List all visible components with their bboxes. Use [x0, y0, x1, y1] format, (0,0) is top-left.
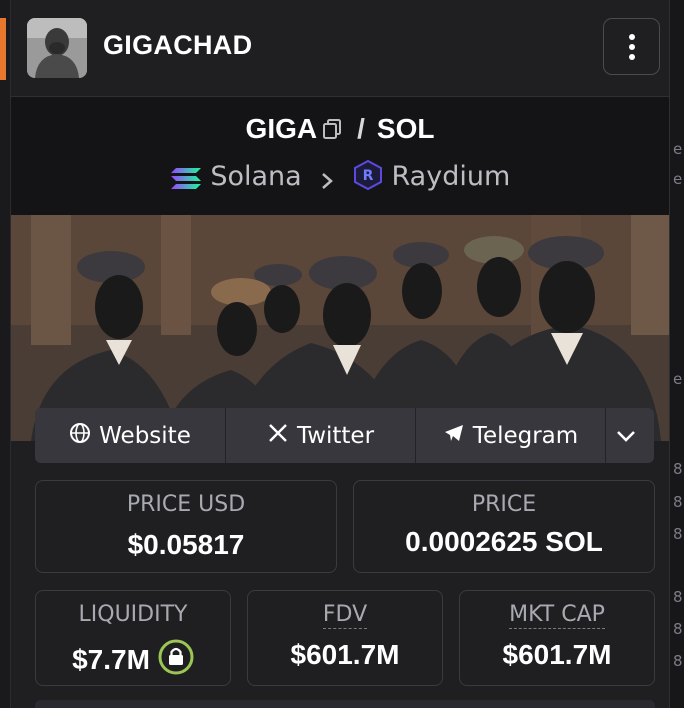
text-fragment: e: [673, 140, 683, 158]
fdv-value: $601.7M: [290, 639, 400, 670]
lock-icon[interactable]: [158, 639, 194, 682]
liquidity-card: LIQUIDITY $7.7M: [35, 590, 231, 686]
sidebar-accent: [0, 18, 6, 80]
price-usd-card: PRICE USD $0.05817: [35, 480, 337, 573]
pair-separator: /: [357, 113, 365, 144]
chevron-right-icon: [320, 161, 334, 192]
price-usd-value: $0.05817: [127, 529, 245, 560]
x-logo-icon: [267, 422, 297, 450]
svg-text:R: R: [363, 168, 374, 184]
chain-dex-breadcrumb: Solana R Raydium: [11, 159, 669, 192]
liquidity-value: $7.7M: [72, 644, 150, 675]
website-label: Website: [99, 422, 191, 449]
more-links-button[interactable]: [606, 408, 654, 463]
solana-logo-icon: [170, 161, 202, 192]
dex-link[interactable]: Raydium: [392, 161, 511, 192]
quote-symbol: SOL: [376, 113, 435, 144]
liquidity-label: LIQUIDITY: [78, 602, 188, 627]
token-header: GIGACHAD: [11, 0, 669, 97]
twitter-link[interactable]: Twitter: [226, 408, 415, 463]
mkt-cap-card: MKT CAP $601.7M: [459, 590, 655, 686]
mkt-cap-label[interactable]: MKT CAP: [509, 602, 605, 629]
fdv-card: FDV $601.7M: [247, 590, 443, 686]
text-fragment: 8: [673, 460, 683, 478]
liquidity-row: $7.7M: [36, 639, 230, 682]
pair-title: GIGA / SOL: [11, 113, 669, 147]
background-page-edge: e e e 8 8 8 8 8 8: [669, 0, 684, 708]
text-fragment: 8: [673, 652, 683, 670]
text-fragment: e: [673, 370, 683, 388]
social-links-bar: Website Twitter Telegram: [35, 408, 654, 463]
globe-icon: [69, 422, 99, 450]
raydium-logo-icon: R: [353, 159, 383, 192]
text-fragment: 8: [673, 588, 683, 606]
text-fragment: e: [673, 170, 683, 188]
token-info-panel: GIGACHAD GIGA / SOL Solana R Raydium Web…: [10, 0, 669, 708]
mkt-cap-label-wrap: MKT CAP: [460, 602, 654, 629]
next-section-tabs: [35, 700, 655, 708]
text-fragment: 8: [673, 493, 683, 511]
website-link[interactable]: Website: [35, 408, 225, 463]
text-fragment: 8: [673, 620, 683, 638]
copy-icon[interactable]: [321, 115, 343, 147]
token-name: GIGACHAD: [103, 30, 253, 60]
text-fragment: 8: [673, 525, 683, 543]
base-symbol: GIGA: [245, 113, 318, 144]
pair-info: GIGA / SOL Solana R Raydium: [11, 97, 669, 215]
token-avatar: [27, 18, 87, 78]
price-native-value: 0.0002625 SOL: [405, 526, 603, 557]
mkt-cap-value: $601.7M: [502, 639, 612, 670]
chevron-down-icon: [616, 423, 644, 449]
price-usd-label: PRICE USD: [126, 492, 246, 517]
telegram-label: Telegram: [472, 422, 579, 449]
fdv-label[interactable]: FDV: [322, 602, 368, 629]
fdv-label-wrap: FDV: [248, 602, 442, 629]
chain-link[interactable]: Solana: [210, 161, 301, 192]
telegram-icon: [443, 422, 473, 450]
price-native-label: PRICE: [471, 492, 537, 517]
more-options-button[interactable]: [603, 18, 660, 75]
telegram-link[interactable]: Telegram: [416, 408, 605, 463]
twitter-label: Twitter: [296, 422, 375, 449]
price-native-card: PRICE 0.0002625 SOL: [353, 480, 655, 573]
